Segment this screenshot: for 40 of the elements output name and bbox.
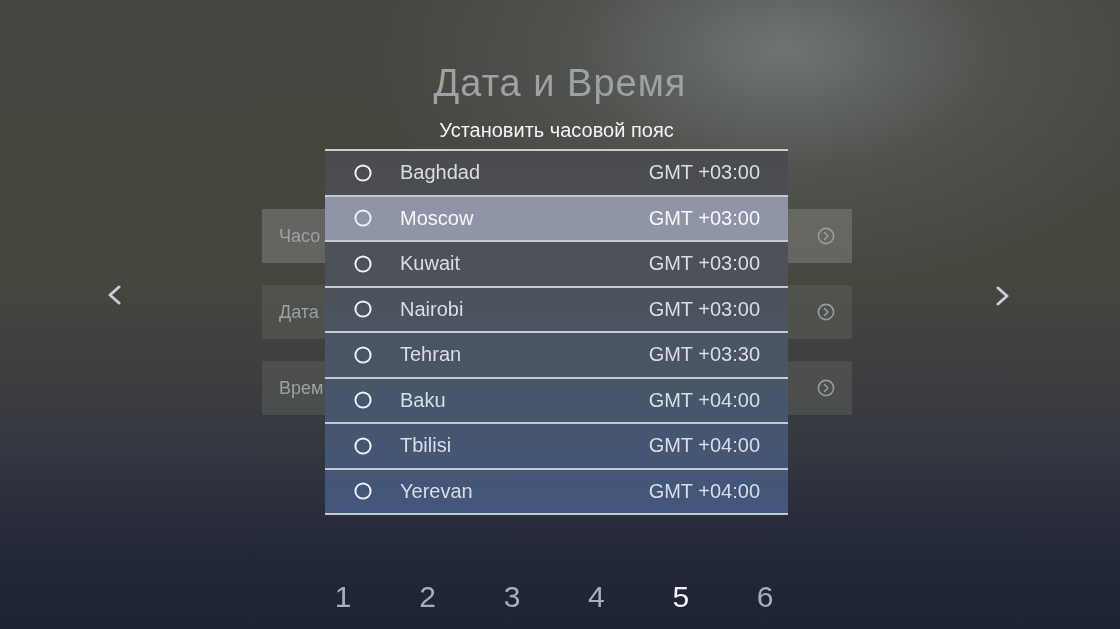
- gmt-offset: GMT +03:00: [648, 252, 760, 276]
- page-number[interactable]: 6: [722, 577, 808, 617]
- timezone-option[interactable]: Baku GMT +04:00: [325, 378, 788, 424]
- chevron-circle-icon: [817, 227, 835, 245]
- city-name: Baghdad: [400, 161, 482, 185]
- gmt-offset: GMT +03:30: [648, 343, 760, 367]
- gmt-offset: GMT +03:00: [648, 161, 760, 185]
- chevron-left-icon[interactable]: [107, 285, 121, 305]
- page-number[interactable]: 4: [554, 577, 639, 617]
- gmt-offset: GMT +04:00: [648, 434, 760, 458]
- city-name: Kuwait: [400, 252, 462, 276]
- city-name: Nairobi: [400, 297, 465, 321]
- settings-item[interactable]: Врем: [262, 361, 325, 415]
- gmt-offset: GMT +04:00: [648, 479, 760, 503]
- timezone-option[interactable]: Nairobi GMT +03:00: [325, 287, 788, 333]
- timezone-option[interactable]: Tbilisi GMT +04:00: [325, 424, 788, 470]
- city-name: Tehran: [400, 343, 463, 367]
- chevron-circle-icon: [817, 303, 835, 321]
- page-number[interactable]: 1: [301, 577, 386, 617]
- settings-item-end[interactable]: [788, 209, 852, 263]
- settings-item-end[interactable]: [788, 285, 852, 339]
- gmt-offset: GMT +03:00: [648, 206, 760, 230]
- timezone-option[interactable]: Tehran GMT +03:30: [325, 333, 788, 379]
- city-name: Moscow: [400, 206, 475, 230]
- city-name: Tbilisi: [400, 434, 453, 458]
- page-number[interactable]: 3: [469, 577, 555, 617]
- gmt-offset: GMT +03:00: [648, 297, 760, 321]
- timezone-option[interactable]: Kuwait GMT +03:00: [325, 242, 788, 288]
- dialog-title: Установить часовой пояс: [438, 118, 675, 143]
- timezone-option[interactable]: Yerevan GMT +04:00: [325, 469, 788, 515]
- page-number[interactable]: 5: [638, 577, 723, 617]
- chevron-circle-icon: [817, 379, 835, 397]
- page-title: Дата и Время: [433, 61, 687, 106]
- city-name: Yerevan: [400, 479, 474, 503]
- settings-item[interactable]: Дата: [262, 285, 325, 339]
- gmt-offset: GMT +04:00: [648, 388, 760, 412]
- chevron-right-icon[interactable]: [996, 286, 1010, 306]
- city-name: Baku: [400, 388, 447, 412]
- page-number[interactable]: 2: [385, 577, 470, 617]
- settings-item-end[interactable]: [788, 361, 852, 415]
